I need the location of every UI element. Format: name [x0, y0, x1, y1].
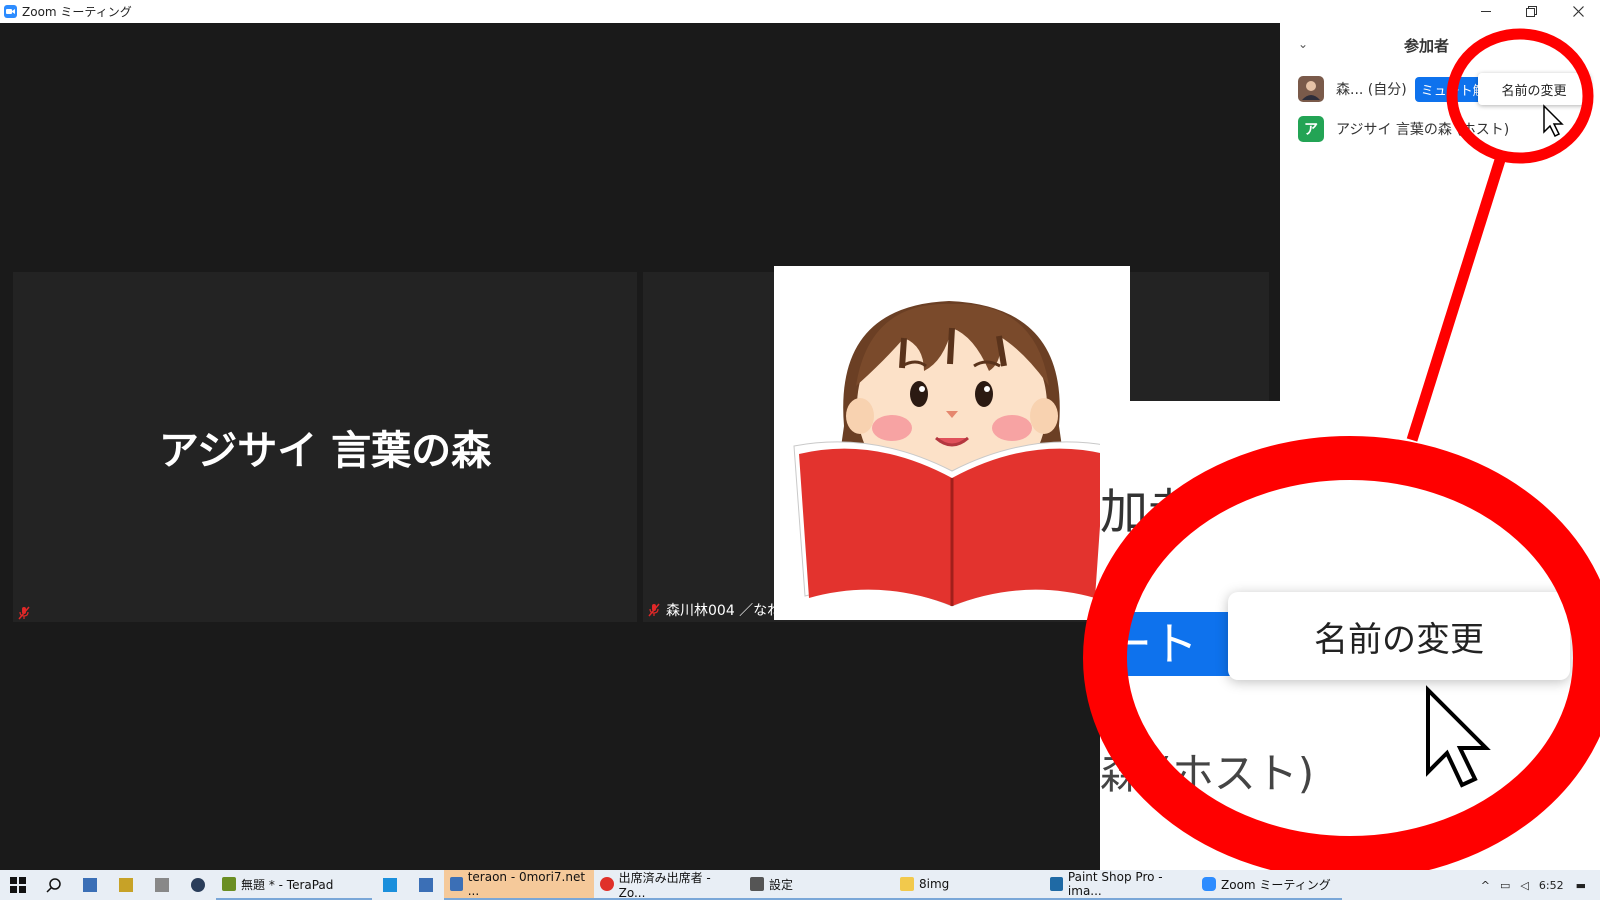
taskbar-item-teraon[interactable]: teraon - 0mori7.net ...: [444, 870, 594, 900]
windows-taskbar: 無題 * - TeraPad teraon - 0mori7.net ... 出…: [0, 870, 1600, 900]
clock[interactable]: 6:52: [1539, 879, 1564, 892]
taskbar-item-paintshop[interactable]: Paint Shop Pro - ima...: [1044, 870, 1196, 900]
app-pinned-icon[interactable]: [72, 870, 108, 900]
chevron-down-icon[interactable]: ⌄: [1298, 37, 1308, 51]
minimize-icon[interactable]: [1464, 0, 1508, 23]
app-pinned-icon[interactable]: [408, 870, 444, 900]
folder-icon: [900, 877, 914, 891]
rename-menu-item[interactable]: 名前の変更: [1478, 73, 1590, 105]
app-pinned-icon[interactable]: [144, 870, 180, 900]
system-tray: ^ ▭ ◁ 6:52 ▬: [1481, 870, 1600, 900]
app-pinned-icon[interactable]: [108, 870, 144, 900]
tile-footer: [17, 606, 36, 620]
window-titlebar: Zoom ミーティング: [0, 0, 1600, 23]
muted-mic-icon: [18, 606, 30, 620]
speaker-icon[interactable]: ◁: [1520, 879, 1528, 892]
taskbar-item-folder[interactable]: 8img: [894, 870, 1044, 900]
participant-display-name: アジサイ 言葉の森: [158, 428, 492, 474]
ie-icon[interactable]: [372, 870, 408, 900]
participant-tile-name: 森川林004 ／なね: [666, 603, 782, 619]
chrome-icon: [600, 877, 614, 891]
zoom-app-icon: [4, 5, 17, 18]
participant-name: アジサイ 言葉の森 (ホスト): [1336, 122, 1510, 138]
close-icon[interactable]: [1556, 0, 1600, 23]
terapad-icon: [222, 877, 236, 891]
app-icon: [1050, 877, 1063, 891]
magnified-rename-item: 名前の変更: [1228, 592, 1570, 680]
search-icon[interactable]: [36, 870, 72, 900]
chevron-up-icon[interactable]: ^: [1481, 879, 1490, 892]
app-pinned-icon[interactable]: [180, 870, 216, 900]
participants-title: 参加者: [1404, 37, 1450, 55]
network-icon[interactable]: ▭: [1500, 879, 1510, 892]
restore-icon[interactable]: [1509, 0, 1553, 23]
window-title: Zoom ミーティング: [22, 5, 132, 19]
magnified-title: 加者: [1100, 484, 1197, 540]
participant-name: 森... (自分): [1336, 82, 1407, 98]
windows-start-icon[interactable]: [0, 870, 36, 900]
notification-icon[interactable]: ▬: [1576, 879, 1586, 892]
taskbar-item-terapad[interactable]: 無題 * - TeraPad: [216, 870, 372, 900]
video-tile-host[interactable]: アジサイ 言葉の森: [13, 272, 637, 622]
avatar: [1298, 76, 1324, 102]
taskbar-item-settings[interactable]: 設定: [744, 870, 894, 900]
taskbar-item-zoom[interactable]: Zoom ミーティング: [1196, 870, 1342, 900]
avatar: ア: [1298, 116, 1324, 142]
muted-mic-icon: [648, 603, 660, 617]
participant-row-host[interactable]: ア アジサイ 言葉の森 (ホスト): [1298, 115, 1509, 143]
tile-footer: 森川林004 ／なね: [647, 600, 781, 620]
gear-icon: [750, 877, 764, 891]
profile-picture-girl-reading: [774, 266, 1130, 620]
zoom-app-icon: [1202, 877, 1216, 891]
participant-row-self[interactable]: 森... (自分) ミュート解: [1298, 75, 1492, 103]
app-icon: [450, 877, 463, 891]
magnified-mute-button: ート解: [1102, 612, 1242, 735]
taskbar-item-chrome[interactable]: 出席済み出席者 - Zo...: [594, 870, 744, 900]
magnified-host-label: 森 (ホスト): [1100, 749, 1315, 798]
